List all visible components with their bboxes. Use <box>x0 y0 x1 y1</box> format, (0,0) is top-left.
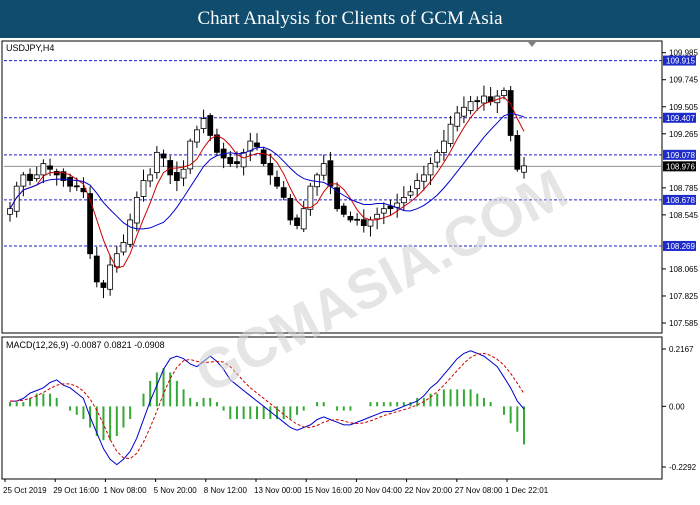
candle-body <box>354 218 361 221</box>
candle-body <box>87 193 94 255</box>
candle-body <box>367 219 374 227</box>
candle-body <box>200 118 207 129</box>
macd-panel-title: MACD(12,26,9) -0.0087 0.0821 -0.0908 <box>6 340 165 350</box>
candle-body <box>440 140 447 153</box>
time-tick-label: 15 Nov 16:00 <box>304 486 352 495</box>
candle-body <box>347 216 354 221</box>
time-tick-label: 20 Nov 04:00 <box>354 486 402 495</box>
candle-body <box>47 165 53 170</box>
candle-body <box>227 157 234 165</box>
price-tick-label: 109.265 <box>669 130 698 139</box>
banner-title: Chart Analysis for Clients of GCM Asia <box>197 8 503 29</box>
candle-body <box>267 162 274 176</box>
main-panel-title: USDJPY,H4 <box>6 43 54 53</box>
time-tick-label: 29 Oct 16:00 <box>53 486 99 495</box>
candle-body <box>274 176 280 187</box>
candle-body <box>40 163 47 176</box>
level-label: 108.269 <box>666 242 695 251</box>
candle-body <box>67 177 73 187</box>
candle-body <box>294 217 300 226</box>
time-tick-label: 1 Nov 08:00 <box>103 486 147 495</box>
candle-body <box>461 106 467 117</box>
candle-body <box>360 219 367 226</box>
candle-body <box>287 197 294 221</box>
candle-body <box>467 101 474 111</box>
price-tick-label: 109.505 <box>669 103 698 112</box>
candle-body <box>140 180 147 197</box>
candle-body <box>27 173 33 181</box>
candle-body <box>133 197 140 224</box>
candle-body <box>173 172 180 181</box>
candle-body <box>120 242 127 253</box>
candle-body <box>153 151 160 174</box>
candle-body <box>320 163 327 176</box>
candle-body <box>327 160 334 187</box>
time-tick-label: 1 Dec 22:01 <box>505 486 549 495</box>
price-tick-label: 108.785 <box>669 184 698 193</box>
macd-tick-label: -0.2292 <box>669 463 697 472</box>
candle-body <box>107 264 114 290</box>
candle-body <box>481 95 487 104</box>
candle-body <box>414 180 421 189</box>
macd-tick-label: 0.2167 <box>669 345 694 354</box>
price-tick-label: 107.825 <box>669 292 698 301</box>
candle-body <box>260 149 267 165</box>
candle-body <box>254 142 260 148</box>
candle-body <box>194 129 200 143</box>
candle-body <box>127 219 134 245</box>
time-tick-label: 8 Nov 12:00 <box>204 486 248 495</box>
candle-body <box>420 174 427 182</box>
price-tick-label: 108.065 <box>669 265 698 274</box>
price-tick-label: 108.545 <box>669 211 698 220</box>
macd-tick-label: 0.00 <box>669 402 685 411</box>
candle-body <box>53 171 60 176</box>
candle-body <box>340 205 347 215</box>
candle-body <box>100 282 107 288</box>
candle-body <box>207 115 214 136</box>
candle-body <box>7 208 13 215</box>
time-tick-label: 22 Nov 20:00 <box>405 486 453 495</box>
chart-area: USDJPY,H4 MACD(12,26,9) -0.0087 0.0821 -… <box>0 38 700 500</box>
time-tick-label: 5 Nov 20:00 <box>154 486 198 495</box>
candle-body <box>447 123 454 144</box>
time-tick-label: 27 Nov 08:00 <box>455 486 503 495</box>
candle-body <box>160 153 167 159</box>
candle-body <box>434 151 441 163</box>
candle-body <box>147 174 154 182</box>
candle-body <box>93 255 100 283</box>
current-price-label: 108.976 <box>666 162 695 171</box>
candle-body <box>73 185 80 188</box>
candle-body <box>300 208 307 230</box>
price-chart-svg: USDJPY,H4 MACD(12,26,9) -0.0087 0.0821 -… <box>0 38 700 500</box>
level-label: 109.078 <box>666 151 695 160</box>
level-label: 109.407 <box>666 114 695 123</box>
candle-body <box>214 134 220 153</box>
candle-body <box>240 151 247 168</box>
candle-body <box>454 112 461 127</box>
candle-body <box>374 213 381 220</box>
candle-body <box>280 187 287 198</box>
candle-body <box>474 100 481 103</box>
candle-body <box>407 191 414 196</box>
candle-body <box>380 208 387 214</box>
candle-body <box>20 174 27 187</box>
level-label: 108.678 <box>666 196 695 205</box>
time-tick-label: 25 Oct 2019 <box>3 486 47 495</box>
price-tick-label: 107.585 <box>669 319 698 328</box>
candle-body <box>427 163 434 176</box>
price-tick-label: 109.745 <box>669 76 698 85</box>
candle-body <box>514 135 521 170</box>
candle-body <box>501 90 507 96</box>
candle-body <box>13 185 20 212</box>
time-tick-label: 13 Nov 00:00 <box>254 486 302 495</box>
candle-body <box>33 174 40 180</box>
candle-body <box>180 168 187 179</box>
level-label: 109.915 <box>666 57 695 66</box>
candle-body <box>400 197 407 204</box>
chart-banner: Chart Analysis for Clients of GCM Asia <box>0 0 700 38</box>
candle-body <box>234 161 240 165</box>
